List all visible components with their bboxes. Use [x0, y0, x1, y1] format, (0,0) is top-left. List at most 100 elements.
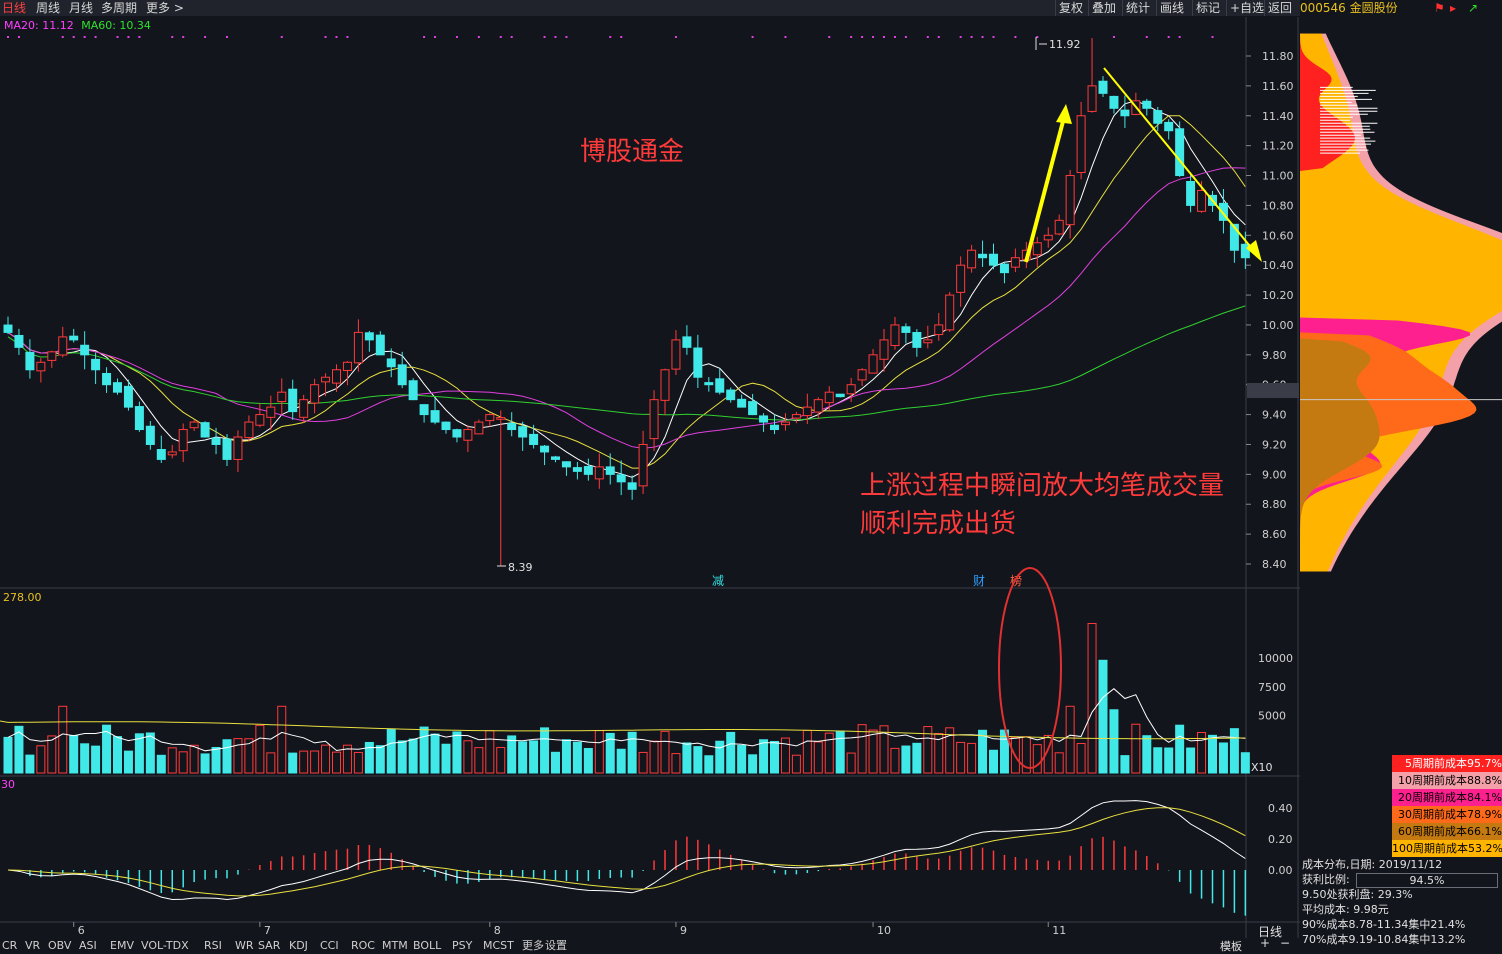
event-marker-reduce[interactable]: 减	[712, 574, 724, 588]
event-dot	[1112, 36, 1115, 38]
indicator-tab-17[interactable]: 设置	[545, 940, 567, 952]
indicator-tab-10[interactable]: CCI	[320, 940, 339, 952]
volume-bar	[496, 747, 506, 774]
volume-bar	[605, 732, 615, 774]
tab-weekly[interactable]: 周线	[36, 0, 60, 16]
candle-body	[255, 414, 265, 426]
back-button[interactable]: 返回	[1264, 0, 1295, 16]
volume-bar	[474, 747, 484, 774]
tab-monthly[interactable]: 月线	[69, 0, 93, 16]
indicator-tab-4[interactable]: EMV	[110, 940, 134, 952]
volume-bar	[529, 740, 539, 774]
volume-bar	[1098, 659, 1108, 774]
volume-bar	[1087, 623, 1097, 774]
volume-bar	[912, 742, 922, 774]
indicator-tab-11[interactable]: ROC	[351, 940, 375, 952]
candle-body	[540, 445, 550, 453]
low-price-label: 8.39	[508, 561, 533, 574]
event-marker-list[interactable]: 榜	[1010, 573, 1022, 588]
volume-bar	[1109, 709, 1119, 774]
candle-body	[1076, 115, 1086, 173]
volume-bar	[113, 736, 122, 774]
statistics-button[interactable]: 统计	[1122, 0, 1153, 16]
overlay-button[interactable]: 叠加	[1088, 0, 1119, 16]
flag-icon[interactable]: ⚑	[1434, 0, 1445, 16]
tab-more[interactable]: 更多 >	[146, 0, 184, 16]
arrow-icon[interactable]: ↗	[1468, 0, 1478, 16]
candle-body	[342, 361, 352, 371]
template-button[interactable]: 模板	[1220, 938, 1242, 954]
mark-button[interactable]: 标记	[1192, 0, 1223, 16]
restore-rights-button[interactable]: 复权	[1055, 0, 1086, 16]
volume-bar	[1186, 747, 1196, 774]
volume-bar	[540, 727, 550, 774]
event-dot	[1211, 36, 1214, 38]
event-dot	[992, 36, 995, 38]
volume-bar	[1164, 747, 1174, 774]
tab-multi-period[interactable]: 多周期	[101, 0, 137, 16]
volume-bar	[780, 737, 790, 774]
price-tick-label: 10.00	[1262, 319, 1294, 332]
watermark-title: 博股通金	[580, 137, 684, 167]
volume-bar	[1021, 736, 1031, 774]
candle-body	[627, 482, 637, 490]
price-tick-label: 10.20	[1262, 289, 1294, 302]
indicator-tab-1[interactable]: VR	[25, 940, 40, 952]
volume-bar	[583, 748, 593, 774]
volume-bar	[211, 746, 221, 774]
volume-bar	[1208, 734, 1217, 774]
volume-bar	[69, 734, 79, 774]
event-dot	[926, 36, 929, 38]
event-dot	[138, 36, 141, 38]
volume-bar	[956, 741, 966, 774]
event-dot	[883, 36, 885, 38]
indicator-tab-6[interactable]: RSI	[204, 940, 222, 952]
candle-body	[638, 443, 648, 487]
candle-body	[572, 467, 582, 472]
indicator-tab-16[interactable]: 更多	[522, 940, 544, 952]
volume-bar	[682, 742, 692, 774]
candle-body	[1229, 223, 1239, 251]
event-marker-finance[interactable]: 财	[973, 574, 985, 588]
play-icon[interactable]: ▸	[1450, 0, 1456, 16]
macd-panel: 0.40 0.20 0.00	[7, 800, 1293, 916]
candle-body	[868, 354, 878, 374]
candle-body	[430, 410, 440, 423]
event-dot	[61, 36, 64, 38]
macd-dif-line	[7, 800, 1246, 901]
volume-bar	[813, 741, 823, 774]
candle-body	[671, 339, 681, 370]
indicator-tab-9[interactable]: KDJ	[289, 940, 308, 952]
indicator-tab-8[interactable]: SAR	[258, 940, 280, 952]
volume-highlight-ellipse	[998, 567, 1062, 769]
date-tick-label: 7	[264, 924, 271, 937]
indicator-tab-7[interactable]: WR	[235, 940, 254, 952]
tab-daily[interactable]: 日线	[2, 0, 26, 16]
indicator-tab-0[interactable]: CR	[2, 940, 17, 952]
indicator-tab-14[interactable]: PSY	[452, 940, 472, 952]
volume-bar	[1076, 743, 1086, 774]
event-dot	[83, 36, 86, 38]
candle-body	[364, 332, 374, 341]
candle-body	[1142, 100, 1152, 109]
high-price-label: 11.92	[1049, 38, 1081, 51]
event-dot	[72, 36, 75, 38]
candle-body	[726, 389, 736, 401]
candle-body	[1098, 80, 1108, 94]
indicator-tab-3[interactable]: ASI	[79, 940, 97, 952]
volume-bar	[342, 744, 352, 774]
indicator-tab-15[interactable]: MCST	[483, 940, 514, 952]
draw-line-button[interactable]: 画线	[1156, 0, 1187, 16]
candle-body	[408, 380, 418, 401]
indicator-tab-2[interactable]: OBV	[48, 940, 71, 952]
indicator-tab-13[interactable]: BOLL	[413, 940, 441, 952]
date-tick-label: 11	[1052, 924, 1066, 937]
volume-bar	[561, 739, 571, 774]
candle-body	[145, 425, 155, 445]
volume-bar	[507, 735, 517, 774]
volume-bar	[463, 740, 473, 774]
indicator-tab-5[interactable]: VOL-TDX	[141, 940, 189, 952]
candle-body	[857, 369, 867, 381]
indicator-tab-12[interactable]: MTM	[382, 940, 408, 952]
add-favorite-button[interactable]: +自选	[1226, 0, 1267, 16]
